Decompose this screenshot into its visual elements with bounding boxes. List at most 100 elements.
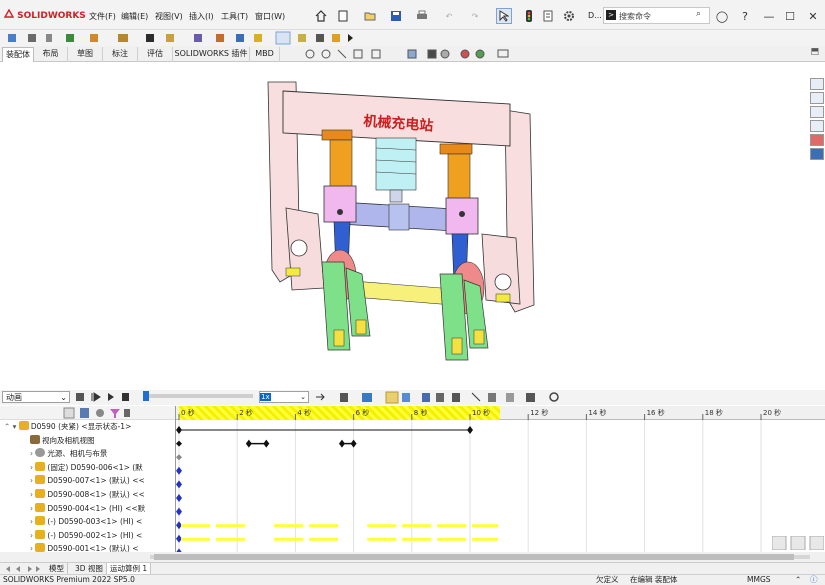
- solidworks-resources-icon[interactable]: [809, 78, 824, 90]
- tree-row[interactable]: › (固定) D0590-006<1> (默: [30, 461, 143, 474]
- instant3d-icon: [275, 31, 291, 45]
- home-icon[interactable]: [313, 8, 329, 24]
- update-speedpak-icon: [298, 34, 306, 42]
- section-view-icon: [353, 49, 363, 59]
- assembly-model: 机械充电站: [267, 81, 535, 361]
- display-style-icon: [427, 49, 437, 59]
- tree-row[interactable]: › (-) D0590-002<1> (HI) <: [30, 529, 142, 542]
- menu-view[interactable]: 视图(V): [155, 11, 183, 22]
- maximize-button[interactable]: ☐: [781, 7, 799, 25]
- tree-row[interactable]: › D0590-001<1> (默认) <: [30, 542, 139, 552]
- file-properties-icon[interactable]: [540, 8, 556, 24]
- motion-change-bar: [472, 524, 499, 528]
- custom-properties-icon[interactable]: [809, 148, 824, 160]
- tree-row-label: 光源、相机与布景: [47, 449, 108, 459]
- gravity-icon: [506, 393, 514, 402]
- file-explorer-icon[interactable]: [809, 106, 824, 118]
- playback-controls[interactable]: [74, 391, 134, 404]
- user-account-icon[interactable]: ◯: [713, 7, 731, 25]
- appearances-icon[interactable]: [809, 134, 824, 146]
- ruler-tick-label: 18 秒: [705, 408, 723, 417]
- tree-row[interactable]: › D0590-004<1> (HI) <<默: [30, 502, 145, 515]
- tree-row-label: (固定) D0590-006<1> (默: [47, 462, 143, 472]
- ruler-tick-label: 10 秒: [472, 408, 490, 417]
- print-icon[interactable]: [414, 8, 430, 24]
- search-icon[interactable]: ⌕: [696, 9, 701, 19]
- close-button[interactable]: ✕: [804, 7, 822, 25]
- tree-row[interactable]: ⌃ ▾ D0590 (夹紧) <显示状态-1>: [4, 420, 131, 433]
- time-slider-track[interactable]: [145, 394, 253, 398]
- tab-markup[interactable]: 标注: [103, 47, 138, 62]
- motion-study-properties-icon: [549, 392, 559, 402]
- tab-mbd[interactable]: MBD: [250, 47, 280, 62]
- tree-row[interactable]: › 光源、相机与布景: [30, 447, 107, 460]
- menu-window[interactable]: 窗口(W): [255, 11, 285, 22]
- redo-icon[interactable]: ↷: [467, 8, 483, 24]
- tree-row-label: (-) D0590-003<1> (HI) <: [47, 517, 143, 527]
- chevron-up-icon[interactable]: ⌃: [795, 575, 801, 585]
- help-icon[interactable]: ?: [736, 7, 754, 25]
- new-document-icon[interactable]: [335, 8, 351, 24]
- open-folder-icon[interactable]: [362, 8, 378, 24]
- tree-row-label: D0590 (夹紧) <显示状态-1>: [30, 422, 132, 431]
- component-key: [176, 466, 182, 475]
- zoom-in-icon: [772, 536, 787, 550]
- select-pointer-icon[interactable]: [496, 8, 512, 24]
- help-info-icon[interactable]: ⓘ: [810, 575, 818, 585]
- timeline-zoom-controls[interactable]: [772, 536, 824, 550]
- solidworks-logo[interactable]: SOLIDWORKS: [3, 8, 86, 21]
- time-slider-handle[interactable]: [143, 391, 149, 401]
- menu-file[interactable]: 文件(F): [89, 11, 116, 22]
- save-animation-icon: [340, 393, 348, 402]
- menu-insert[interactable]: 插入(I): [189, 11, 214, 22]
- timeline-keys[interactable]: 0 秒 2 秒 4 秒 6 秒 8 秒 10 秒 12 秒 14 秒 16 秒 18 秒 20 秒: [176, 406, 825, 552]
- add-update-key-icon: [402, 393, 410, 402]
- part-icon: [35, 516, 46, 526]
- options-gear-icon[interactable]: [561, 8, 577, 24]
- previous-view-icon: [337, 49, 347, 59]
- dynamic-annotation-icon: [371, 49, 381, 59]
- key-point: [263, 439, 270, 448]
- graphics-area[interactable]: 机械充电站: [0, 62, 808, 390]
- study-type-select[interactable]: 动画 ⌄: [2, 391, 70, 403]
- tab-layout[interactable]: 布局: [34, 47, 68, 62]
- play-icon: [108, 393, 114, 401]
- menu-tools[interactable]: 工具(T): [221, 11, 248, 22]
- zoom-to-fit-icon: [305, 49, 315, 59]
- horizontal-scrollbar[interactable]: [0, 552, 825, 562]
- tree-row[interactable]: 视向及相机视图: [30, 434, 95, 447]
- view-palette-icon[interactable]: [809, 120, 824, 132]
- motion-tools[interactable]: [314, 391, 564, 404]
- search-input[interactable]: > 搜索命令 ⌕: [603, 7, 710, 24]
- tree-row-label: D0590-001<1> (默认) <: [47, 544, 139, 552]
- minimize-button[interactable]: —: [760, 7, 778, 25]
- edit-appearance-icon: [460, 49, 470, 59]
- motion-change-bar: [181, 524, 211, 528]
- undo-icon[interactable]: ↶: [441, 8, 457, 24]
- tab-evaluate[interactable]: 评估: [138, 47, 173, 62]
- timeline-area[interactable]: 0 秒 2 秒 4 秒 6 秒 8 秒 10 秒 12 秒 14 秒 16 秒 18 秒 20 秒: [175, 406, 825, 552]
- save-icon[interactable]: [388, 8, 404, 24]
- motion-change-bar: [367, 524, 397, 528]
- tree-filter-icons[interactable]: [62, 407, 132, 419]
- assembly-features-icon: [166, 34, 174, 42]
- heads-up-view-toolbar[interactable]: [300, 47, 530, 61]
- tree-row[interactable]: › (-) D0590-003<1> (HI) <: [30, 515, 142, 528]
- restore-down-icon[interactable]: ⬒: [810, 47, 819, 57]
- playback-speed-select[interactable]: 1x ⌄: [259, 391, 309, 403]
- tab-scroll-arrows[interactable]: [4, 565, 40, 573]
- tab-solidworks-addins[interactable]: SOLIDWORKS 插件: [173, 47, 250, 62]
- design-library-icon[interactable]: [809, 92, 824, 104]
- tree-row[interactable]: › D0590-007<1> (默认) <<: [30, 474, 145, 487]
- zoom-to-fit-timeline-icon: [809, 536, 824, 550]
- traffic-light-icon[interactable]: [521, 8, 537, 24]
- menu-edit[interactable]: 编辑(E): [121, 11, 148, 22]
- units-selector[interactable]: MMGS: [747, 575, 771, 585]
- tab-assembly[interactable]: 装配体: [2, 47, 34, 62]
- tree-row[interactable]: › D0590-008<1> (默认) <<: [30, 488, 145, 501]
- command-icons-strip[interactable]: [0, 30, 825, 46]
- collapse-chevron-icon[interactable]: ⌃ ▾: [4, 422, 19, 431]
- tab-sketch[interactable]: 草图: [68, 47, 103, 62]
- motion-change-bar: [309, 524, 339, 528]
- expand-toolbar-icon: [348, 34, 353, 42]
